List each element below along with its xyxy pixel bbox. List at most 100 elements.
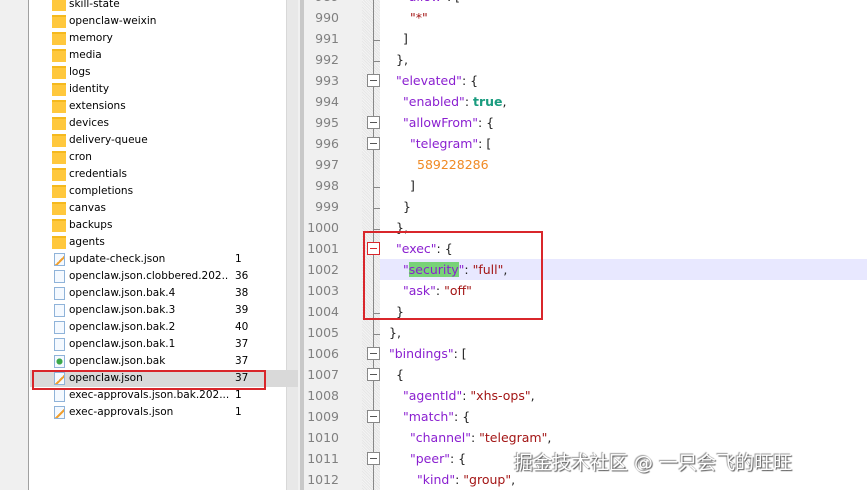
file-list-item[interactable]: agents	[30, 234, 298, 251]
code-line[interactable]: {	[380, 364, 867, 385]
code-line[interactable]: },	[380, 322, 867, 343]
fold-collapse-icon[interactable]	[367, 136, 380, 150]
code-line[interactable]: "channel": "telegram",	[380, 427, 867, 448]
fold-collapse-icon[interactable]	[367, 409, 380, 423]
code-line[interactable]: "allowFrom": {	[380, 112, 867, 133]
file-list-item[interactable]: delivery-queue	[30, 132, 298, 149]
json-punctuation: : {	[461, 72, 479, 88]
file-name: agents	[69, 236, 105, 248]
file-list-item[interactable]: memory	[30, 30, 298, 47]
line-number: 1003	[307, 282, 339, 298]
file-list-item[interactable]: media	[30, 47, 298, 64]
line-number: 994	[315, 93, 339, 109]
file-list-item[interactable]: openclaw.json.bak.4 38	[30, 285, 298, 302]
folder-icon	[52, 219, 66, 232]
file-list-item[interactable]: identity	[30, 81, 298, 98]
code-line[interactable]: ]	[380, 28, 867, 49]
line-number: 1007	[307, 366, 339, 382]
folder-icon	[52, 49, 66, 62]
file-name: credentials	[69, 168, 127, 180]
code-line[interactable]: "security": "full",	[380, 258, 867, 280]
fold-collapse-icon[interactable]	[367, 367, 380, 381]
folder-icon	[52, 168, 66, 181]
folder-icon	[52, 100, 66, 113]
json-punctuation: :	[470, 429, 480, 445]
file-name: exec-approvals.json	[69, 406, 174, 418]
file-name: exec-approvals.json.bak.202...	[69, 389, 229, 401]
file-list-item[interactable]: exec-approvals.json.bak.202... 1	[30, 387, 298, 404]
file-list-item[interactable]: exec-approvals.json 1	[30, 404, 298, 421]
fold-end-marker	[373, 207, 380, 209]
fold-collapse-icon[interactable]	[367, 346, 380, 360]
json-punctuation: ]	[410, 177, 415, 193]
file-list-item[interactable]: credentials	[30, 166, 298, 183]
file-name: openclaw.json.clobbered.202...	[69, 270, 229, 282]
code-line[interactable]: "match": {	[380, 406, 867, 427]
code-line[interactable]: "exec": {	[380, 238, 867, 259]
fold-collapse-icon[interactable]	[367, 115, 380, 129]
line-number: 995	[315, 114, 339, 130]
line-number: 1004	[307, 303, 339, 319]
file-name: openclaw-weixin	[69, 15, 157, 27]
file-list-item[interactable]: canvas	[30, 200, 298, 217]
json-punctuation: }	[403, 198, 411, 214]
file-list-item[interactable]: openclaw.json.clobbered.202... 36	[30, 268, 298, 285]
code-line[interactable]: "ask": "off"	[380, 280, 867, 301]
file-icon	[54, 389, 65, 402]
code-line[interactable]: "*"	[380, 7, 867, 28]
json-punctuation: :	[464, 261, 473, 277]
json-string: "off"	[444, 282, 472, 298]
line-number: 1002	[307, 261, 339, 277]
edit-file-icon	[54, 253, 65, 266]
json-punctuation: : {	[454, 408, 471, 424]
file-list-item[interactable]: extensions	[30, 98, 298, 115]
file-list-item[interactable]: skill-state	[30, 0, 298, 13]
fold-collapse-icon[interactable]	[367, 451, 380, 465]
file-list-item[interactable]: logs	[30, 64, 298, 81]
json-punctuation: ]	[403, 30, 408, 46]
file-name: extensions	[69, 100, 126, 112]
json-key: "exec"	[396, 240, 437, 256]
code-line[interactable]: "elevated": {	[380, 70, 867, 91]
file-name: openclaw.json.bak.3	[69, 304, 176, 316]
file-list-item[interactable]: openclaw.json.bak.3 39	[30, 302, 298, 319]
code-line[interactable]: },	[380, 49, 867, 70]
fold-collapse-icon[interactable]	[367, 73, 380, 87]
file-list-item[interactable]: completions	[30, 183, 298, 200]
file-count: 1	[235, 253, 242, 265]
file-icon	[54, 338, 65, 351]
json-punctuation: },	[396, 219, 408, 235]
json-punctuation: ,	[502, 93, 507, 109]
file-name: openclaw.json.bak	[69, 355, 166, 367]
file-list-item[interactable]: cron	[30, 149, 298, 166]
file-count: 1	[235, 389, 242, 401]
json-punctuation: : {	[436, 240, 453, 256]
code-line[interactable]: "telegram": [	[380, 133, 867, 154]
code-line[interactable]: ]	[380, 175, 867, 196]
code-line[interactable]: }	[380, 196, 867, 217]
file-list-item[interactable]: openclaw.json.bak 37	[30, 353, 298, 370]
code-line[interactable]: }	[380, 301, 867, 322]
code-line[interactable]: "enabled": true,	[380, 91, 867, 112]
file-list-item[interactable]: update-check.json 1	[30, 251, 298, 268]
code-line[interactable]: "agentId": "xhs-ops",	[380, 385, 867, 406]
fold-end-marker	[373, 312, 380, 314]
json-string: "xhs-ops"	[470, 387, 531, 403]
file-list-item[interactable]: devices	[30, 115, 298, 132]
file-name: identity	[69, 83, 110, 95]
file-list-item[interactable]: openclaw.json.bak.1 37	[30, 336, 298, 353]
file-list-item[interactable]: openclaw.json 37	[30, 370, 298, 387]
file-count: 39	[235, 304, 249, 316]
json-punctuation: : {	[477, 114, 495, 130]
file-name: openclaw.json.bak.4	[69, 287, 176, 299]
file-list-item[interactable]: openclaw.json.bak.2 40	[30, 319, 298, 336]
code-line[interactable]: "bindings": [	[380, 343, 867, 364]
code-line[interactable]: },	[380, 217, 867, 238]
file-list-item[interactable]: backups	[30, 217, 298, 234]
file-list-item[interactable]: openclaw-weixin	[30, 13, 298, 30]
fold-end-marker	[373, 60, 380, 62]
fold-collapse-icon[interactable]	[367, 241, 380, 255]
file-name: devices	[69, 117, 109, 129]
code-line[interactable]: 589228286	[380, 154, 867, 175]
json-key: "allow"	[403, 0, 447, 4]
